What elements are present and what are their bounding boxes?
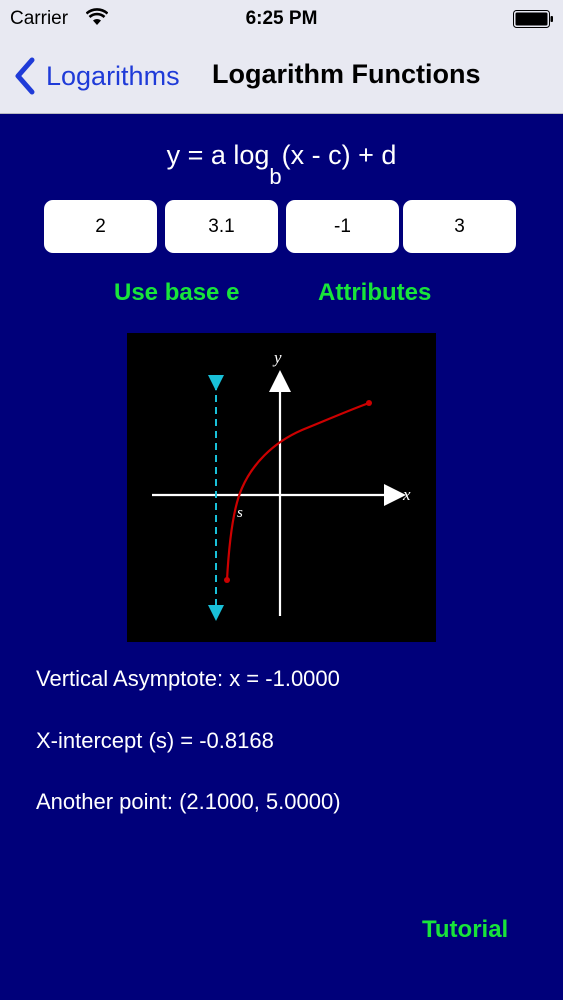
another-point-text: Another point: (2.1000, 5.0000) (36, 789, 341, 814)
coefficient-a-input[interactable] (44, 200, 157, 253)
formula-base: b (269, 164, 282, 189)
function-formula: y = a logb(x - c) + d (0, 140, 563, 189)
chevron-left-icon (15, 57, 35, 95)
formula-main: y = a log (166, 140, 270, 170)
log-curve (225, 401, 370, 581)
shift-d-input[interactable] (403, 200, 516, 253)
vertical-asymptote-text: Vertical Asymptote: x = -1.0000 (36, 666, 340, 691)
back-button[interactable]: Logarithms (12, 56, 180, 96)
base-b-input[interactable] (165, 200, 278, 253)
status-bar: Carrier 6:25 PM (0, 0, 563, 40)
back-button-label: Logarithms (46, 60, 180, 91)
tutorial-button[interactable]: Tutorial (422, 916, 508, 944)
battery-icon (513, 10, 553, 28)
navigation-bar: Logarithms Logarithm Functions (0, 40, 563, 114)
status-time: 6:25 PM (245, 8, 318, 29)
x-intercept-text: X-intercept (s) = -0.8168 (36, 728, 274, 753)
function-graph: x y s (127, 333, 436, 642)
y-axis-label: y (272, 348, 282, 367)
intercept-label: s (237, 505, 243, 521)
x-axis-label: x (402, 485, 411, 504)
use-base-e-button[interactable]: Use base e (114, 279, 239, 307)
page-title: Logarithm Functions (212, 59, 481, 89)
graph-canvas: x y s (152, 348, 411, 621)
formula-rest: (x - c) + d (281, 140, 397, 170)
curve-end-point (366, 400, 372, 406)
curve-start-point (224, 577, 230, 583)
attributes-button[interactable]: Attributes (318, 279, 431, 307)
shift-c-input[interactable] (286, 200, 399, 253)
